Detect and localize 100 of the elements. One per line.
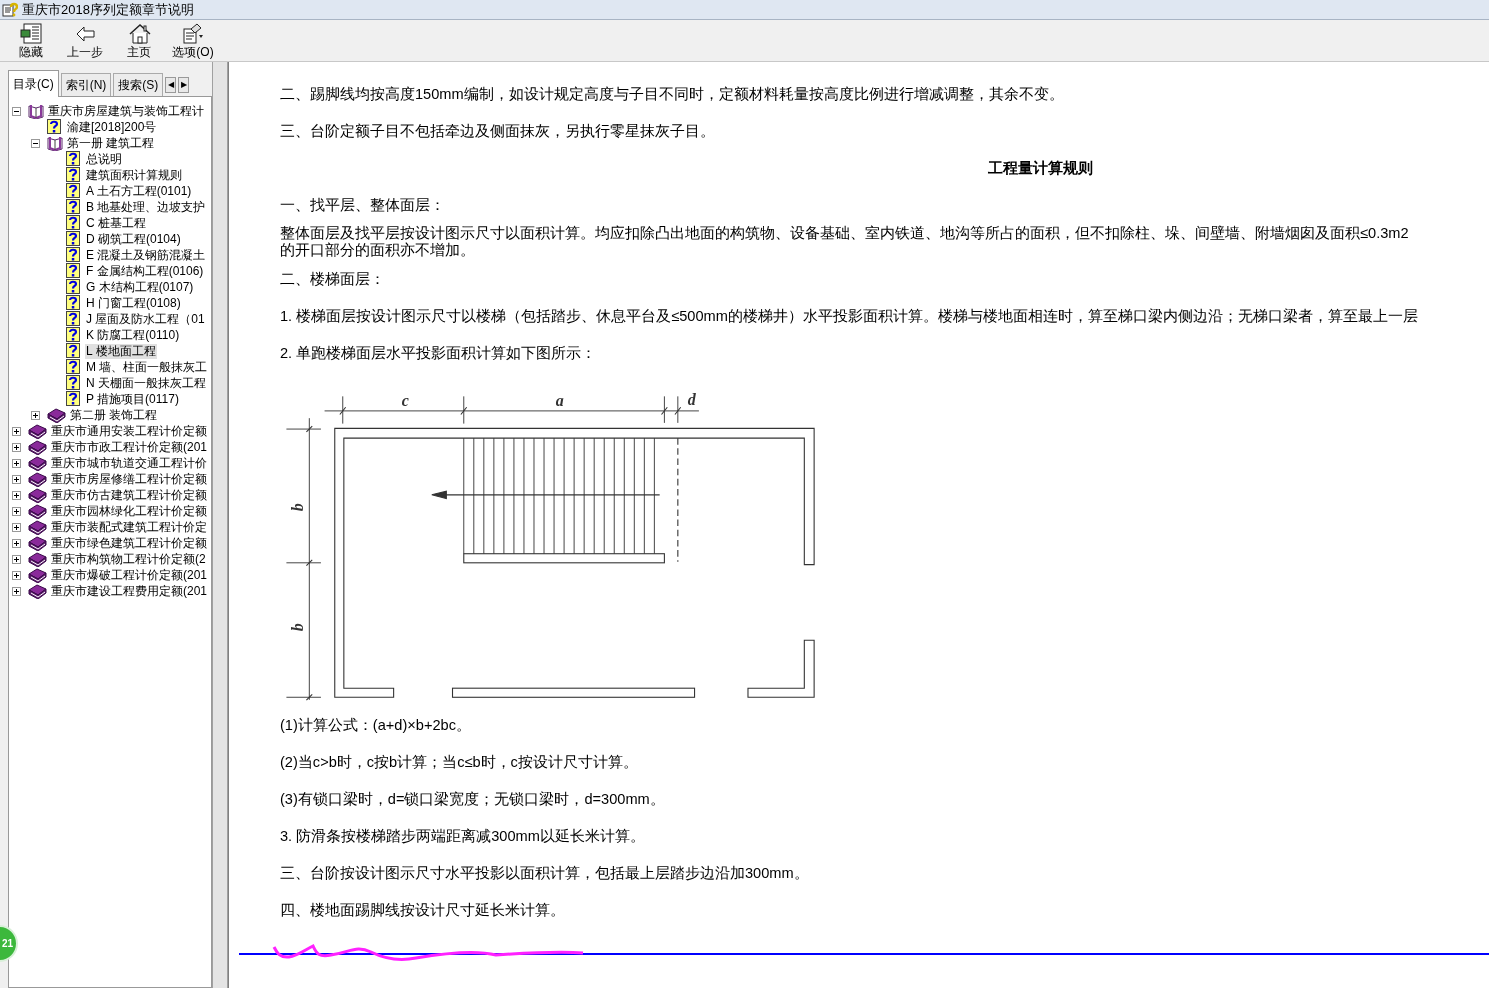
expand-icon[interactable] bbox=[31, 410, 40, 420]
expand-icon[interactable] bbox=[12, 458, 21, 468]
paragraph: 二、楼梯面层： bbox=[280, 270, 386, 289]
expand-icon[interactable] bbox=[12, 426, 21, 436]
tree-item[interactable]: 重庆市仿古建筑工程计价定额 bbox=[50, 487, 208, 503]
scroll-button[interactable]: ▶ bbox=[178, 77, 190, 93]
paragraph: 三、台阶按设计图示尺寸水平投影以面积计算，包括最上层踏步边沿加300mm。 bbox=[280, 864, 810, 883]
tree-item[interactable]: 渝建[2018]200号 bbox=[66, 119, 158, 135]
scroll-button[interactable]: ◀ bbox=[165, 77, 177, 93]
panel-icon bbox=[19, 23, 43, 44]
help-icon bbox=[66, 295, 82, 311]
tab[interactable]: 目录(C) bbox=[8, 70, 59, 97]
expand-icon[interactable] bbox=[12, 586, 21, 596]
tree-item[interactable]: 第二册 装饰工程 bbox=[69, 407, 159, 423]
paragraph: (3)有锁口梁时，d=锁口梁宽度；无锁口梁时，d=300mm。 bbox=[280, 790, 666, 809]
paragraph: 的开口部分的面积亦不增加。 bbox=[280, 242, 476, 259]
tree-item[interactable]: 重庆市绿色建筑工程计价定额 bbox=[50, 535, 208, 551]
tree-item[interactable]: 第一册 建筑工程 bbox=[66, 135, 156, 151]
dimension-label: b bbox=[289, 503, 307, 512]
tree-item[interactable]: G 木结构工程(0107) bbox=[85, 279, 195, 295]
paragraph: 二、踢脚线均按高度150mm编制，如设计规定高度与子目不同时，定额材料耗量按高度比例进行增减调整，其余不变。 bbox=[280, 85, 1065, 104]
tree-item[interactable]: K 防腐工程(0110) bbox=[85, 327, 181, 343]
help-icon bbox=[66, 215, 82, 231]
help-icon bbox=[66, 311, 82, 327]
tree-item[interactable]: 重庆市建设工程费用定额(201 bbox=[50, 583, 209, 599]
tree-item[interactable]: 重庆市通用安装工程计价定额 bbox=[50, 423, 208, 439]
help-icon bbox=[66, 263, 82, 279]
book-icon bbox=[47, 407, 66, 423]
toolbar-button[interactable]: 主页 bbox=[114, 21, 164, 61]
tab[interactable]: 索引(N) bbox=[60, 73, 112, 96]
tree-item[interactable]: N 天棚面一般抹灰工程 bbox=[85, 375, 207, 391]
help-icon bbox=[66, 279, 82, 295]
book-icon bbox=[28, 487, 47, 503]
book-icon bbox=[28, 519, 47, 535]
paragraph: 一、找平层、整体面层： bbox=[280, 196, 446, 215]
book-icon bbox=[28, 455, 47, 471]
tree-item[interactable]: B 地基处理、边坡支护 bbox=[85, 199, 207, 215]
tree-item[interactable]: 建筑面积计算规则 bbox=[85, 167, 183, 183]
tree-item[interactable]: 重庆市园林绿化工程计价定额 bbox=[50, 503, 208, 519]
tree-item[interactable]: P 措施项目(0117) bbox=[85, 391, 180, 407]
open-book-icon bbox=[28, 103, 44, 119]
tree-item[interactable]: 重庆市构筑物工程计价定额(2 bbox=[50, 551, 207, 567]
tree-item[interactable]: 重庆市装配式建筑工程计价定 bbox=[50, 519, 208, 535]
tree-item[interactable]: 重庆市市政工程计价定额(201 bbox=[50, 439, 209, 455]
paragraph: 1. 楼梯面层按设计图示尺寸以楼梯（包括踏步、休息平台及≤500mm的楼梯井）水平投影面积计算。楼梯与楼地面相连时，算至梯口梁内侧边沿；无梯口梁者，算至最上一层 bbox=[280, 307, 1419, 326]
help-icon bbox=[66, 183, 82, 199]
expand-icon[interactable] bbox=[12, 474, 21, 484]
help-icon bbox=[66, 151, 82, 167]
toolbar-button[interactable]: 选项(O) bbox=[168, 21, 218, 61]
tab[interactable]: 搜索(S) bbox=[113, 73, 164, 96]
expand-icon[interactable] bbox=[12, 506, 21, 516]
home-icon bbox=[127, 23, 151, 44]
collapse-icon[interactable] bbox=[12, 106, 21, 116]
help-icon bbox=[66, 199, 82, 215]
dimension-label: d bbox=[687, 391, 696, 409]
expand-icon[interactable] bbox=[12, 522, 21, 532]
tree-item[interactable]: D 砌筑工程(0104) bbox=[85, 231, 182, 247]
book-icon bbox=[28, 551, 47, 567]
tree-item[interactable]: 重庆市城市轨道交通工程计价 bbox=[50, 455, 208, 471]
help-icon bbox=[47, 119, 63, 135]
tree-item[interactable]: H 门窗工程(0108) bbox=[85, 295, 182, 311]
expand-icon[interactable] bbox=[12, 570, 21, 580]
paragraph: 整体面层及找平层按设计图示尺寸以面积计算。均应扣除凸出地面的构筑物、设备基础、室内铁道、地沟等所占的面积，但不扣除柱、垛、间壁墙、附墙烟囱及面积≤0.3m2 bbox=[280, 225, 1410, 242]
help-icon bbox=[66, 247, 82, 263]
tree-item[interactable]: 重庆市爆破工程计价定额(201 bbox=[50, 567, 209, 583]
tree-item[interactable]: 重庆市房屋修缮工程计价定额 bbox=[50, 471, 208, 487]
tree-item[interactable]: 重庆市房屋建筑与装饰工程计 bbox=[47, 103, 205, 119]
expand-icon[interactable] bbox=[12, 490, 21, 500]
tree-item[interactable]: A 土石方工程(0101) bbox=[85, 183, 193, 199]
expand-icon[interactable] bbox=[12, 442, 21, 452]
dimension-label: c bbox=[401, 392, 409, 410]
tree-item[interactable]: J 屋面及防水工程（01 bbox=[85, 311, 206, 327]
expand-icon[interactable] bbox=[12, 554, 21, 564]
help-icon bbox=[66, 391, 82, 407]
paragraph: 三、台阶定额子目不包括牵边及侧面抹灰，另执行零星抹灰子目。 bbox=[280, 122, 716, 141]
dimension-label: a bbox=[555, 392, 564, 410]
book-icon bbox=[28, 503, 47, 519]
tree-item[interactable]: M 墙、柱面一般抹灰工 bbox=[85, 359, 209, 375]
toolbar-button[interactable]: 上一步 bbox=[60, 21, 110, 61]
help-icon bbox=[66, 375, 82, 391]
section-heading: 工程量计算规则 bbox=[988, 158, 1093, 178]
book-icon bbox=[28, 567, 47, 583]
collapse-icon[interactable] bbox=[31, 138, 40, 148]
help-icon bbox=[66, 167, 82, 183]
book-icon bbox=[28, 535, 47, 551]
tree-item[interactable]: F 金属结构工程(0106) bbox=[85, 263, 205, 279]
expand-icon[interactable] bbox=[12, 538, 21, 548]
toolbar-button[interactable]: 隐藏 bbox=[6, 21, 56, 61]
help-icon bbox=[66, 359, 82, 375]
book-icon bbox=[28, 583, 47, 599]
tree-item[interactable]: L 楼地面工程 bbox=[85, 343, 157, 359]
tree-item[interactable]: E 混凝土及钢筋混凝土 bbox=[85, 247, 207, 263]
tree-item[interactable]: C 桩基工程 bbox=[85, 215, 147, 231]
help-icon bbox=[66, 231, 82, 247]
help-icon bbox=[66, 343, 82, 359]
open-book-icon bbox=[47, 135, 63, 151]
book-icon bbox=[28, 423, 47, 439]
tree-item[interactable]: 总说明 bbox=[85, 151, 123, 167]
app-icon bbox=[2, 1, 18, 18]
paragraph: (1)计算公式：(a+d)×b+2bc。 bbox=[280, 716, 472, 735]
